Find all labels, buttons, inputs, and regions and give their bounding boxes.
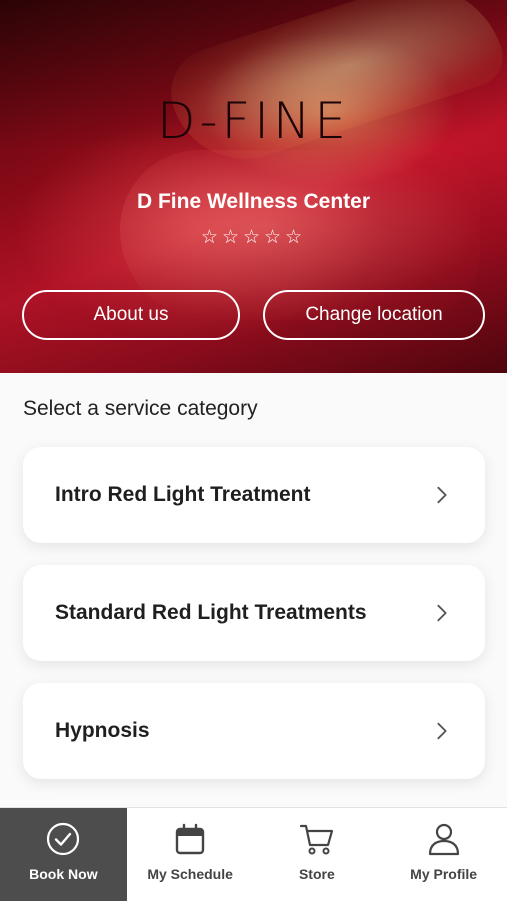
category-label: Hypnosis — [55, 719, 150, 742]
check-circle-icon — [47, 822, 80, 856]
cart-icon — [299, 824, 333, 855]
chevron-right-icon — [437, 604, 447, 622]
category-card-hypnosis[interactable]: Hypnosis — [23, 683, 485, 779]
center-name: D Fine Wellness Center — [136, 190, 370, 213]
category-label: Intro Red Light Treatment — [55, 483, 311, 506]
category-label: Standard Red Light Treatments — [55, 601, 367, 624]
change-location-button[interactable]: Change location — [263, 290, 485, 340]
brand-logo: D-FINE — [156, 92, 351, 150]
rating-stars[interactable]: ☆☆☆☆☆ — [0, 226, 507, 249]
section-title: Select a service category — [23, 397, 258, 420]
tab-label: Book Now — [29, 866, 98, 882]
calendar-icon — [175, 823, 205, 855]
about-us-button[interactable]: About us — [22, 290, 240, 340]
tab-book-now[interactable]: Book Now — [0, 808, 127, 901]
bottom-tab-bar: Book Now My Schedule Store My Profile — [0, 807, 507, 901]
chevron-right-icon — [437, 486, 447, 504]
tab-my-profile[interactable]: My Profile — [380, 808, 507, 901]
category-card-intro-red-light[interactable]: Intro Red Light Treatment — [23, 447, 485, 543]
tab-store[interactable]: Store — [254, 808, 381, 901]
tab-label: Store — [298, 866, 335, 882]
tab-label: My Profile — [410, 866, 478, 882]
user-icon — [428, 823, 459, 856]
category-card-standard-red-light[interactable]: Standard Red Light Treatments — [23, 565, 485, 661]
tab-my-schedule[interactable]: My Schedule — [127, 808, 254, 901]
tab-label: My Schedule — [147, 866, 233, 882]
hero-banner: D-FINE D Fine Wellness Center ☆☆☆☆☆ Abou… — [0, 0, 507, 373]
chevron-right-icon — [437, 722, 447, 740]
